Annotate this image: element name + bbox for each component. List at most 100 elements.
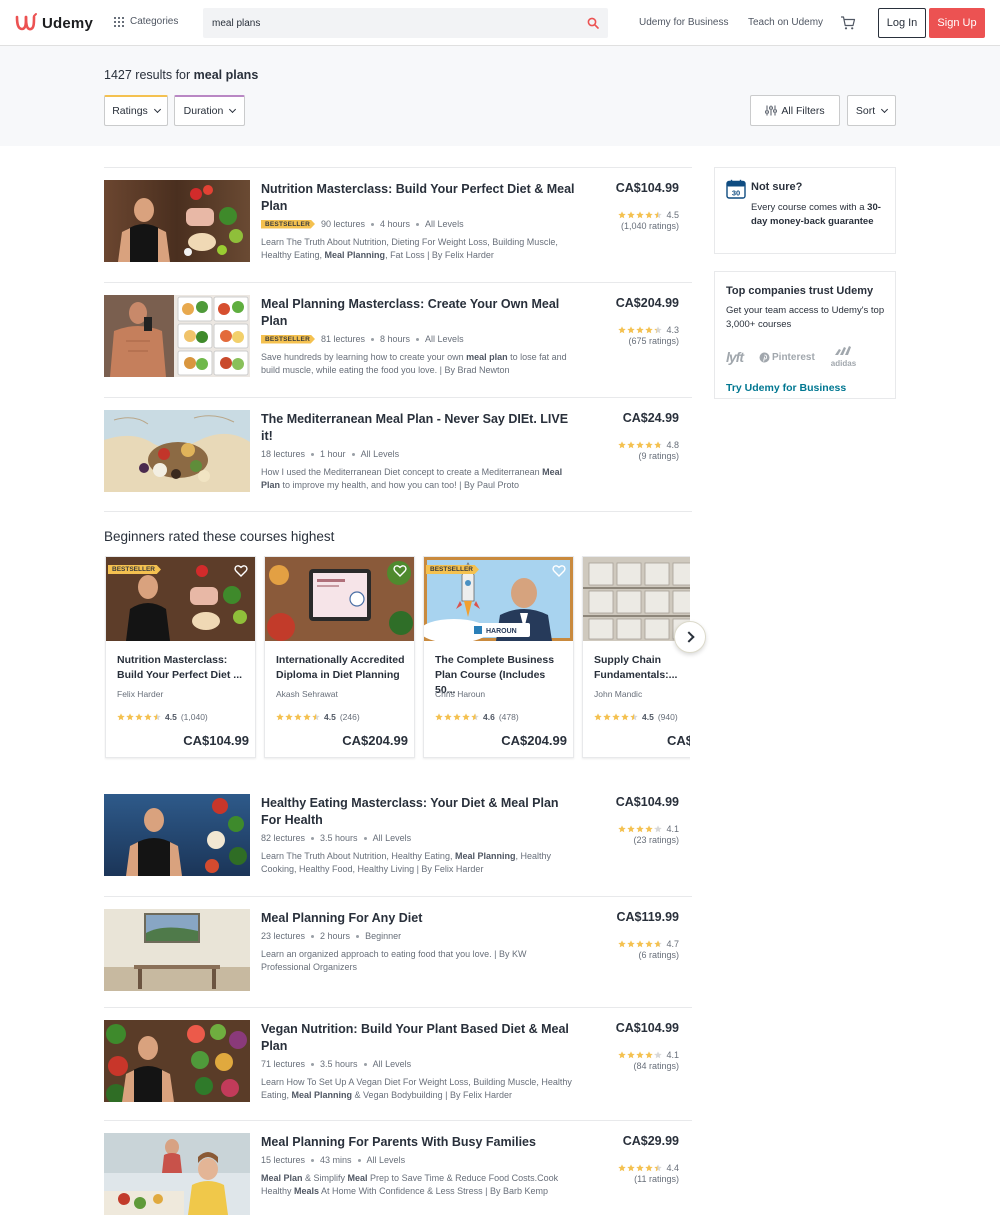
star-icon	[471, 713, 479, 721]
course-title[interactable]: Healthy Eating Masterclass: Your Diet & …	[261, 795, 581, 829]
star-icon	[435, 713, 443, 721]
course-title[interactable]: Nutrition Masterclass: Build Your Perfec…	[261, 181, 581, 215]
carousel-next-button[interactable]	[674, 621, 706, 653]
course-row[interactable]: The Mediterranean Meal Plan - Never Say …	[104, 397, 692, 512]
rating-count: (675 ratings)	[628, 335, 679, 346]
carousel-card[interactable]: Supply Chain Fundamentals:... John Mandi…	[582, 556, 690, 758]
course-row[interactable]: Nutrition Masterclass: Build Your Perfec…	[104, 167, 692, 282]
course-thumbnail[interactable]	[104, 180, 250, 262]
course-title[interactable]: Meal Planning For Parents With Busy Fami…	[261, 1134, 581, 1151]
carousel-card[interactable]: HAROUN BESTSELLER The Complete Business …	[423, 556, 574, 758]
card-title: Supply Chain Fundamentals:...	[594, 654, 678, 681]
adidas-label: adidas	[830, 359, 857, 368]
bestseller-badge: BESTSELLER	[108, 565, 161, 574]
card-author: John Mandic	[594, 689, 643, 699]
lyft-logo: lyft	[726, 349, 744, 365]
course-rating: 4.7 (6 ratings)	[618, 938, 679, 960]
rating-stars	[618, 824, 663, 833]
star-icon	[645, 1050, 654, 1058]
course-thumbnail[interactable]	[104, 1133, 250, 1215]
all-filters-button[interactable]: All Filters	[750, 95, 840, 126]
course-title[interactable]: Vegan Nutrition: Build Your Plant Based …	[261, 1021, 581, 1055]
desc-highlight: Meal Planning	[454, 851, 516, 861]
star-icon	[627, 824, 636, 832]
star-icon	[303, 713, 311, 721]
search-input[interactable]	[203, 8, 573, 38]
carousel-card[interactable]: Internationally Accredited Diploma in Di…	[264, 556, 415, 758]
star-icon	[636, 440, 645, 448]
course-row[interactable]: Meal Planning For Parents With Busy Fami…	[104, 1120, 692, 1228]
course-thumbnail[interactable]	[104, 794, 250, 876]
teach-on-udemy-link[interactable]: Teach on Udemy	[748, 17, 823, 28]
duration-filter-button[interactable]: Duration	[174, 95, 245, 126]
heart-icon[interactable]	[393, 564, 407, 578]
course-thumbnail[interactable]	[104, 410, 250, 492]
card-title: Internationally Accredited Diploma in Di…	[276, 654, 405, 681]
udemy-logo-icon	[15, 13, 37, 31]
search-icon[interactable]	[587, 17, 599, 29]
star-icon	[594, 713, 602, 721]
ratings-filter-button[interactable]: Ratings	[104, 95, 168, 126]
heart-icon[interactable]	[234, 564, 248, 578]
course-thumbnail[interactable]	[104, 1020, 250, 1102]
star-icon	[645, 824, 654, 832]
star-icon	[618, 939, 627, 947]
course-thumbnail[interactable]	[104, 909, 250, 991]
course-price: CA$204.99	[615, 296, 679, 310]
results-header: 1427 results for meal plans Ratings Dura…	[0, 46, 1000, 146]
separator-dot	[357, 1158, 361, 1162]
star-icon	[627, 325, 636, 333]
course-thumbnail-image	[104, 295, 250, 377]
rating-value: 4.4	[666, 1162, 679, 1173]
cart-icon[interactable]	[840, 15, 856, 31]
course-price: CA$29.99	[622, 1134, 679, 1148]
heart-icon[interactable]	[552, 564, 566, 578]
course-row[interactable]: Healthy Eating Masterclass: Your Diet & …	[104, 782, 692, 897]
rating-stars	[117, 713, 161, 721]
desc-text: to improve my health, and how you can to…	[280, 480, 519, 490]
course-thumbnail[interactable]	[104, 295, 250, 377]
separator-dot	[311, 1062, 315, 1066]
rating-value: 4.3	[666, 324, 679, 335]
login-button[interactable]: Log In	[878, 8, 926, 38]
course-title[interactable]: Meal Planning Masterclass: Create Your O…	[261, 296, 581, 330]
course-info: Vegan Nutrition: Build Your Plant Based …	[261, 1021, 581, 1102]
rating-stars	[618, 1050, 663, 1059]
course-title[interactable]: Meal Planning For Any Diet	[261, 910, 581, 927]
carousel-title: Beginners rated these courses highest	[104, 529, 335, 544]
card-thumbnail-image	[265, 557, 414, 641]
card-price: CA$104.99	[183, 733, 249, 748]
udemy-logo[interactable]: Udemy	[14, 10, 93, 36]
star-icon	[654, 440, 663, 448]
star-icon	[636, 939, 645, 947]
star-icon	[135, 713, 143, 721]
udemy-for-business-link[interactable]: Udemy for Business	[639, 17, 728, 28]
course-row[interactable]: Meal Planning Masterclass: Create Your O…	[104, 282, 692, 397]
course-row[interactable]: Meal Planning For Any Diet 23 lectures 2…	[104, 896, 692, 1011]
carousel-card[interactable]: BESTSELLER Nutrition Masterclass: Build …	[105, 556, 256, 758]
star-icon	[627, 1050, 636, 1058]
rating-count: (246)	[339, 712, 360, 722]
course-row[interactable]: Vegan Nutrition: Build Your Plant Based …	[104, 1007, 692, 1122]
separator-dot	[371, 337, 375, 341]
categories-menu[interactable]: Categories	[114, 16, 178, 27]
star-icon	[654, 325, 663, 333]
pinterest-icon	[759, 352, 770, 362]
course-title[interactable]: The Mediterranean Meal Plan - Never Say …	[261, 411, 581, 445]
star-icon	[444, 713, 452, 721]
desc-text: Learn an organized approach to eating fo…	[261, 949, 527, 972]
separator-dot	[311, 934, 315, 938]
star-icon	[636, 1050, 645, 1058]
desc-highlight: Meal	[347, 1173, 368, 1183]
star-icon	[276, 713, 284, 721]
course-thumbnail-image	[104, 909, 250, 991]
course-thumbnail-image	[104, 794, 250, 876]
star-icon	[126, 713, 134, 721]
course-rating: 4.4 (11 ratings)	[618, 1162, 679, 1184]
try-business-link[interactable]: Try Udemy for Business	[726, 382, 884, 394]
star-icon	[627, 1163, 636, 1171]
sort-button[interactable]: Sort	[847, 95, 896, 126]
results-count: 1427 results for meal plans	[104, 68, 258, 82]
rating-count: (11 ratings)	[634, 1173, 679, 1184]
signup-button[interactable]: Sign Up	[929, 8, 985, 38]
